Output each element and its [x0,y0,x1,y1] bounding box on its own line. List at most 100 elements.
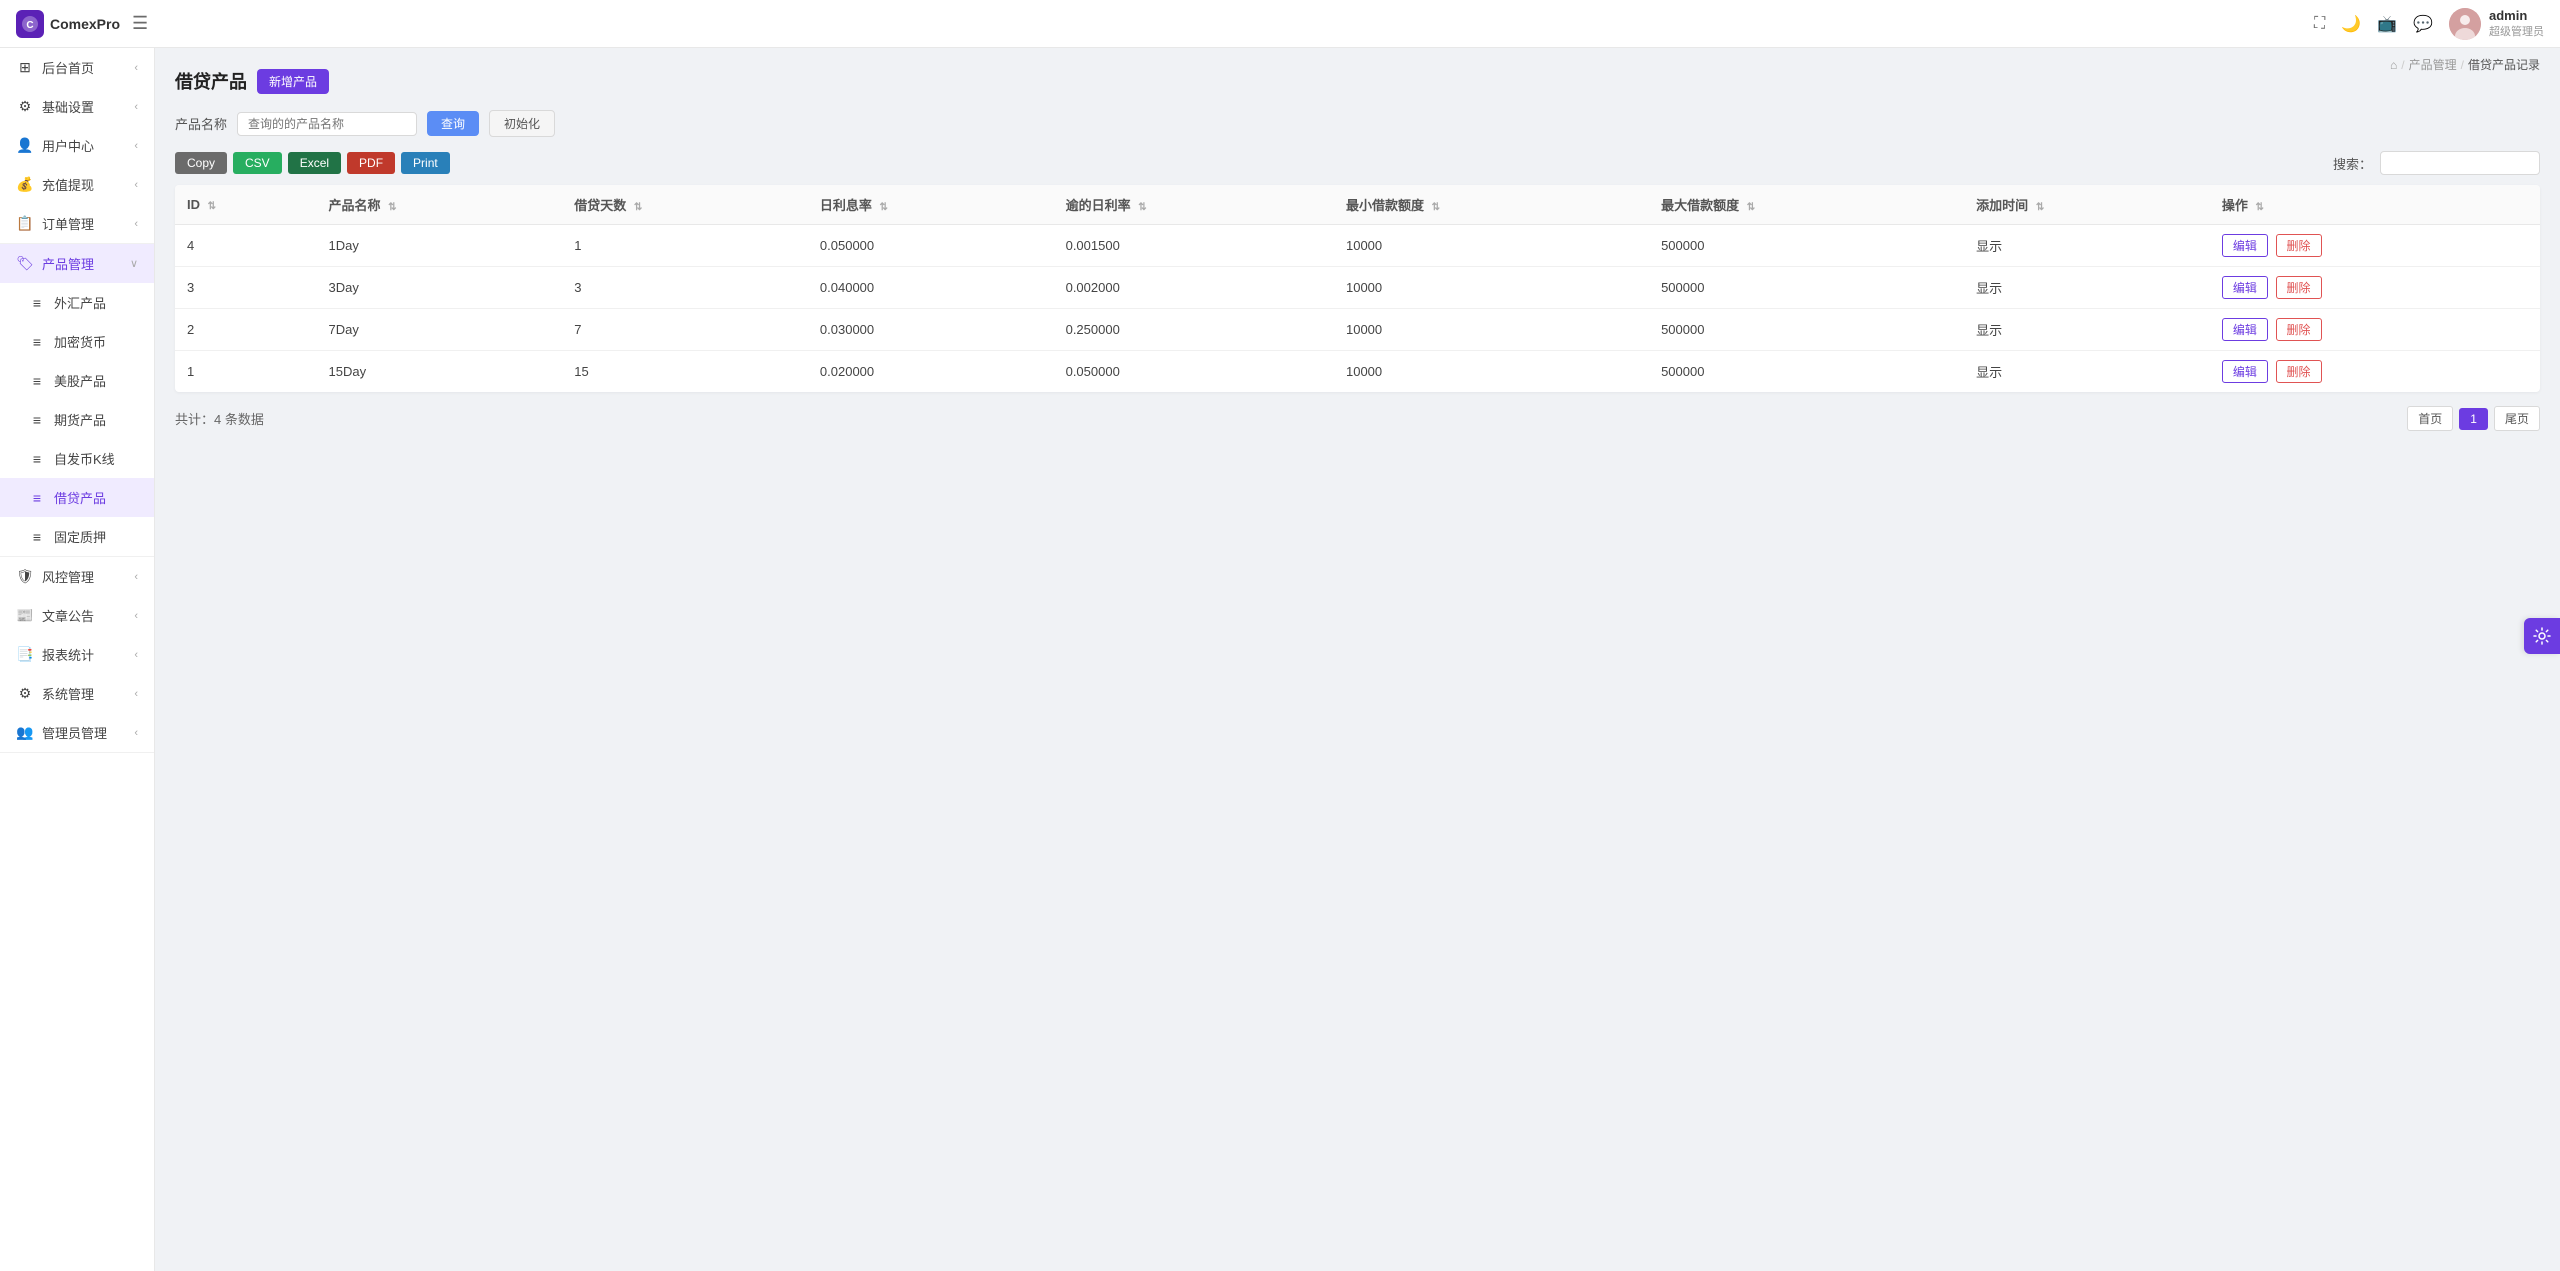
edit-button[interactable]: 编辑 [2222,276,2268,299]
col-header-overdue-rate[interactable]: 逾的日利率 ⇅ [1054,185,1334,225]
screen-icon[interactable]: 📺 [2377,14,2397,34]
col-header-operation[interactable]: 操作 ⇅ [2210,185,2540,225]
sidebar-item-loan-product[interactable]: ≡ 借贷产品 [0,478,154,517]
col-header-loan-days[interactable]: 借贷天数 ⇅ [562,185,808,225]
sidebar-item-reports[interactable]: 📑 报表统计 ‹ [0,635,154,674]
col-header-max-amount[interactable]: 最大借款额度 ⇅ [1649,185,1964,225]
dashboard-icon: ⊞ [16,59,34,76]
delete-button[interactable]: 删除 [2276,276,2322,299]
sidebar-item-crypto[interactable]: ≡ 加密货币 [0,322,154,361]
cell-max-amount: 500000 [1649,309,1964,351]
recharge-icon: 💰 [16,176,34,193]
delete-button[interactable]: 删除 [2276,318,2322,341]
user-area[interactable]: admin 超级管理员 [2449,8,2544,40]
sidebar-item-article[interactable]: 📰 文章公告 ‹ [0,596,154,635]
loan-product-icon: ≡ [28,490,46,506]
sort-icon-loan-days: ⇅ [634,202,642,213]
article-icon: 📰 [16,607,34,624]
sidebar-item-forex[interactable]: ≡ 外汇产品 [0,283,154,322]
sidebar-section-main: ⊞ 后台首页 ‹ ⚙ 基础设置 ‹ 👤 用户中心 ‹ [0,48,154,244]
breadcrumb-home-icon[interactable]: ⌂ [2390,58,2397,72]
sidebar-item-system[interactable]: ⚙ 系统管理 ‹ [0,674,154,713]
cell-overdue-rate: 0.250000 [1054,309,1334,351]
dark-mode-icon[interactable]: 🌙 [2341,14,2361,34]
risk-icon: 🛡 [16,568,34,585]
sidebar-label-forex: 外汇产品 [54,293,106,312]
sidebar-item-user-center[interactable]: 👤 用户中心 ‹ [0,126,154,165]
cell-overdue-rate: 0.002000 [1054,267,1334,309]
reset-button[interactable]: 初始化 [489,110,555,137]
sidebar-label-us-stock: 美股产品 [54,371,106,390]
user-center-icon: 👤 [16,137,34,154]
fixed-mortgage-icon: ≡ [28,529,46,545]
last-page-button[interactable]: 尾页 [2494,406,2540,431]
sidebar-item-basic-settings[interactable]: ⚙ 基础设置 ‹ [0,87,154,126]
first-page-button[interactable]: 首页 [2407,406,2453,431]
cell-add-time: 显示 [1964,309,2210,351]
app-layout: ⊞ 后台首页 ‹ ⚙ 基础设置 ‹ 👤 用户中心 ‹ [0,48,2560,1271]
col-header-daily-rate[interactable]: 日利息率 ⇅ [808,185,1054,225]
cell-min-amount: 10000 [1334,267,1649,309]
copy-button[interactable]: Copy [175,152,227,174]
cell-daily-rate: 0.050000 [808,225,1054,267]
col-header-add-time[interactable]: 添加时间 ⇅ [1964,185,2210,225]
table-footer: 共计：4 条数据 首页 1 尾页 [175,406,2540,431]
settings-fab[interactable] [2524,618,2560,654]
sidebar-label-loan-product: 借贷产品 [54,488,106,507]
sidebar-label-dashboard: 后台首页 [42,58,94,77]
cell-loan-days: 15 [562,351,808,393]
delete-button[interactable]: 删除 [2276,234,2322,257]
cell-product-name: 3Day [317,267,563,309]
sidebar-item-recharge[interactable]: 💰 充值提现 ‹ [0,165,154,204]
menu-toggle-icon[interactable]: ☰ [132,13,148,34]
user-role: 超级管理员 [2489,23,2544,39]
excel-button[interactable]: Excel [288,152,341,174]
user-info: admin 超级管理员 [2489,8,2544,39]
query-button[interactable]: 查询 [427,111,479,136]
message-icon[interactable]: 💬 [2413,14,2433,34]
sidebar-item-risk-management[interactable]: 🛡 风控管理 ‹ [0,557,154,596]
cell-daily-rate: 0.040000 [808,267,1054,309]
table-body: 4 1Day 1 0.050000 0.001500 10000 500000 … [175,225,2540,393]
sidebar-item-order[interactable]: 📋 订单管理 ‹ [0,204,154,243]
filter-input[interactable] [237,112,417,136]
print-button[interactable]: Print [401,152,450,174]
edit-button[interactable]: 编辑 [2222,360,2268,383]
sort-icon-product-name: ⇅ [388,202,396,213]
page-1-button[interactable]: 1 [2459,408,2488,430]
search-input[interactable] [2380,151,2540,175]
sidebar-item-admin[interactable]: 👥 管理员管理 ‹ [0,713,154,752]
edit-button[interactable]: 编辑 [2222,234,2268,257]
fullscreen-icon[interactable]: ⛶ [2314,15,2325,33]
sidebar-item-fixed-mortgage[interactable]: ≡ 固定质押 [0,517,154,556]
new-product-button[interactable]: 新增产品 [257,69,329,94]
cell-loan-days: 1 [562,225,808,267]
cell-add-time: 显示 [1964,351,2210,393]
col-header-id[interactable]: ID ⇅ [175,185,317,225]
sidebar-item-crypto-kline[interactable]: ≡ 自发币K线 [0,439,154,478]
sidebar-item-dashboard[interactable]: ⊞ 后台首页 ‹ [0,48,154,87]
header-right: ⛶ 🌙 📺 💬 admin 超级管理员 [2314,8,2544,40]
cell-add-time: 显示 [1964,225,2210,267]
delete-button[interactable]: 删除 [2276,360,2322,383]
sidebar: ⊞ 后台首页 ‹ ⚙ 基础设置 ‹ 👤 用户中心 ‹ [0,48,155,1271]
cell-max-amount: 500000 [1649,225,1964,267]
page-title: 借贷产品 [175,68,247,94]
toolbar-search: 搜索： [2333,151,2540,175]
csv-button[interactable]: CSV [233,152,282,174]
sidebar-item-futures[interactable]: ≡ 期货产品 [0,400,154,439]
sidebar-item-us-stock[interactable]: ≡ 美股产品 [0,361,154,400]
col-header-min-amount[interactable]: 最小借款额度 ⇅ [1334,185,1649,225]
breadcrumb-sep-2: / [2461,58,2464,72]
breadcrumb-product-management[interactable]: 产品管理 [2409,56,2457,73]
sidebar-label-crypto-kline: 自发币K线 [54,449,115,468]
col-header-product-name[interactable]: 产品名称 ⇅ [317,185,563,225]
pdf-button[interactable]: PDF [347,152,395,174]
table-row: 3 3Day 3 0.040000 0.002000 10000 500000 … [175,267,2540,309]
edit-button[interactable]: 编辑 [2222,318,2268,341]
cell-product-name: 1Day [317,225,563,267]
sidebar-item-product-management[interactable]: 🏷 产品管理 ∨ [0,244,154,283]
cell-product-name: 15Day [317,351,563,393]
cell-id: 4 [175,225,317,267]
cell-daily-rate: 0.030000 [808,309,1054,351]
